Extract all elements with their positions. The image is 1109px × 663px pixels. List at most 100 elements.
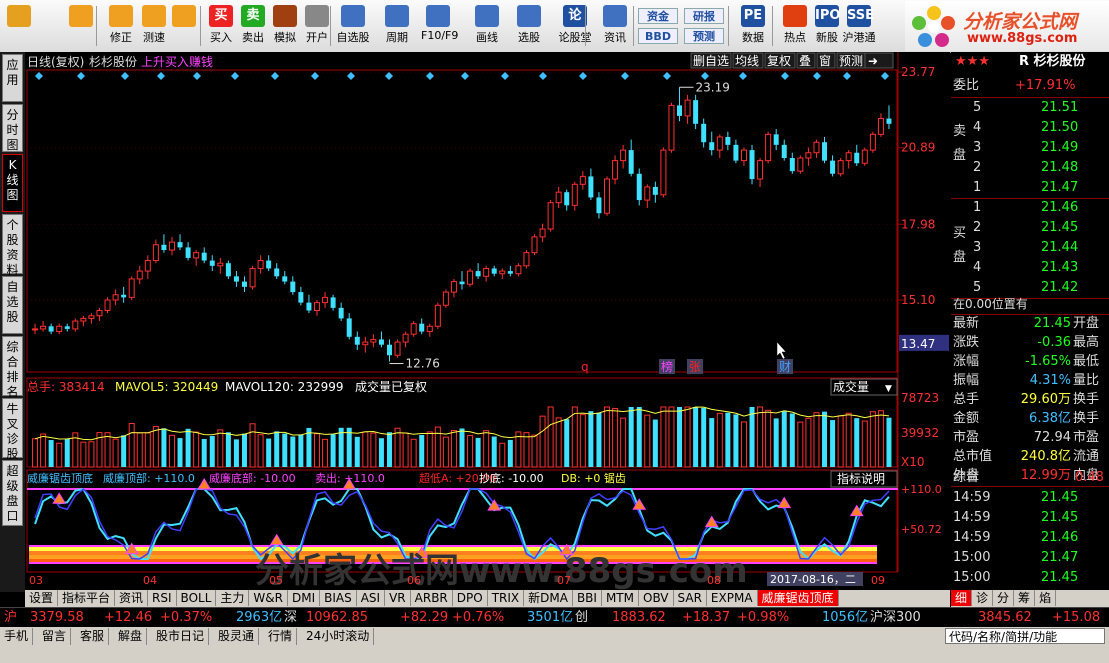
sell-label: 卖出 [242, 31, 264, 44]
indicator-tab[interactable]: ASI [357, 590, 386, 606]
stat-value: 4.31% [1029, 373, 1071, 388]
bbd-button[interactable]: BBD [638, 28, 678, 44]
status-bar-item[interactable]: 股市日记 [152, 628, 210, 645]
quote-tab[interactable]: 分 [993, 590, 1015, 606]
research-button[interactable]: 研报 [684, 8, 724, 24]
side-tab-6[interactable]: 牛叉诊股 [2, 398, 23, 461]
back-button[interactable] [64, 3, 98, 49]
indicator-tab[interactable]: BOLL [177, 590, 217, 606]
volume-tick-label: 39932 [901, 426, 939, 440]
simulate-button[interactable]: 模拟 [268, 3, 302, 49]
indicator-help-button[interactable]: 指标说明 [830, 470, 898, 488]
side-tab-3[interactable]: 个股资料 [2, 214, 23, 277]
chart-header-button-1[interactable]: 均线 [732, 52, 764, 69]
event-marker[interactable]: 榜 [661, 359, 673, 374]
indicator-tab[interactable]: TRIX [488, 590, 525, 606]
measure-button[interactable]: 测速 [137, 3, 171, 49]
event-marker[interactable]: 张 [689, 360, 701, 374]
quote-title: R 杉杉股份 [1019, 54, 1086, 69]
volume-selector[interactable]: 成交量 ▼ [830, 378, 898, 396]
quote-tab[interactable]: 细 [951, 590, 973, 606]
volume-bar [249, 423, 256, 468]
volume-bar [32, 438, 39, 468]
indicator-tab[interactable]: OBV [639, 590, 674, 606]
data-button[interactable]: PE 数据 [736, 3, 770, 49]
level-price: 21.44 [1041, 240, 1079, 255]
status-bar-item[interactable]: 行情 [264, 628, 298, 645]
event-marker[interactable]: 财 [779, 360, 791, 374]
status-bar-item[interactable]: 24小时滚动 [302, 628, 375, 645]
watchlist-button[interactable]: 自选股 [336, 3, 370, 49]
pick-button[interactable]: 选股 [512, 3, 546, 49]
clock-button[interactable] [167, 3, 201, 49]
k-line-chart[interactable]: 23.77 20.89 17.98 15.10 13.47 日线(复权) 杉杉股份 上升买入赚… [25, 52, 950, 592]
volume-bar [564, 419, 570, 467]
draw-button[interactable]: 画线 [470, 3, 504, 49]
forum-button[interactable]: 论论股堂 [558, 3, 592, 49]
indicator-tab[interactable]: 新DMA [524, 590, 573, 606]
code-search-input[interactable]: 代码/名称/简拼/功能 [945, 628, 1105, 644]
indicator-tab[interactable]: 资讯 [115, 590, 149, 606]
buy-button[interactable]: 买买入 [204, 3, 238, 49]
chart-header-button-2[interactable]: 复权 [764, 52, 796, 69]
f10-button[interactable]: F10/F9 [421, 3, 458, 49]
chart-area[interactable]: 23.77 20.89 17.98 15.10 13.47 日线(复权) 杉杉股份 上升买入赚… [25, 52, 950, 592]
level-number: 1 [973, 200, 982, 215]
indicator-tab[interactable]: 威廉锯齿顶底 [757, 590, 839, 606]
indicator-tab[interactable]: ARBR [411, 590, 453, 606]
newstock-button[interactable]: IPO 新股 [810, 3, 844, 49]
stat-right-label: 流通 [1073, 449, 1100, 464]
quote-tab[interactable]: 筹 [1014, 590, 1036, 606]
quote-tab[interactable]: 诊 [972, 590, 994, 606]
indicator-tab[interactable]: 主力 [216, 590, 250, 606]
side-tab-5[interactable]: 综合排名 [2, 336, 23, 399]
info-button[interactable]: 资讯 [598, 3, 632, 49]
sell-level: 3 21.49 [951, 138, 1109, 158]
indicator-tab[interactable]: SAR [674, 590, 707, 606]
volume-bar [523, 432, 530, 468]
indicator-tab[interactable]: MTM [602, 590, 639, 606]
indicator-tab[interactable]: W&R [249, 590, 288, 606]
status-bar-item[interactable]: 留言 [38, 628, 72, 645]
indicator-tab[interactable]: DMI [288, 590, 321, 606]
sell-button[interactable]: 卖卖出 [236, 3, 270, 49]
quote-tab[interactable]: 焰 [1035, 590, 1057, 606]
status-bar-item[interactable]: 解盘 [114, 628, 148, 645]
side-tab-2[interactable]: K线图 [2, 154, 23, 212]
status-bar-item[interactable]: 股灵通 [214, 628, 260, 645]
side-tab-1[interactable]: 分时图 [2, 104, 23, 152]
volume-bar [257, 434, 264, 468]
predict-button[interactable]: 预测 [684, 28, 724, 44]
open-button[interactable]: 开户 [300, 3, 334, 49]
event-marker[interactable]: q [581, 360, 589, 374]
stat-label: 市盈 [953, 430, 980, 445]
fix-button[interactable]: 修正 [104, 3, 138, 49]
indicator-tab[interactable]: BBI [573, 590, 602, 606]
hk-button[interactable]: SSE 沪港通 [842, 3, 876, 49]
chart-header-button-5[interactable]: 预测 [836, 52, 868, 69]
status-bar-item[interactable]: 手机 [0, 628, 34, 645]
indicator-tab[interactable]: 设置 [25, 590, 59, 606]
chart-header-button-label: 叠 [799, 54, 811, 68]
side-tab-0[interactable]: 应用 [2, 54, 23, 102]
side-tab-7[interactable]: 超级盘口 [2, 460, 23, 526]
indicator-tab[interactable]: DPO [453, 590, 488, 606]
indicator-tab[interactable]: EXPMA [707, 590, 758, 606]
chart-header-button-0[interactable]: 删自选 [690, 52, 732, 69]
indicator-tab[interactable]: RSI [148, 590, 177, 606]
period-button[interactable]: 周期 [380, 3, 414, 49]
chart-header-button-3[interactable]: 叠 [796, 52, 816, 69]
volume-bar [282, 433, 288, 467]
hot-button[interactable]: 热点 [778, 3, 812, 49]
status-bar-item[interactable]: 客服 [76, 628, 110, 645]
indicator-tab[interactable]: BIAS [320, 590, 357, 606]
indicator-tab[interactable]: 指标平台 [58, 590, 116, 606]
indicator-tab[interactable]: VR [385, 590, 411, 606]
chart-header-button-4[interactable]: 窗 [816, 52, 836, 69]
funds-button[interactable]: 资金 [638, 8, 678, 24]
color-grid-button[interactable] [2, 3, 36, 49]
side-tab-4[interactable]: 自选股 [2, 276, 23, 334]
price-tick-label: 20.89 [901, 141, 935, 155]
stat-value: -0.36 [1037, 335, 1071, 350]
x-axis-label: 08 [707, 574, 721, 587]
